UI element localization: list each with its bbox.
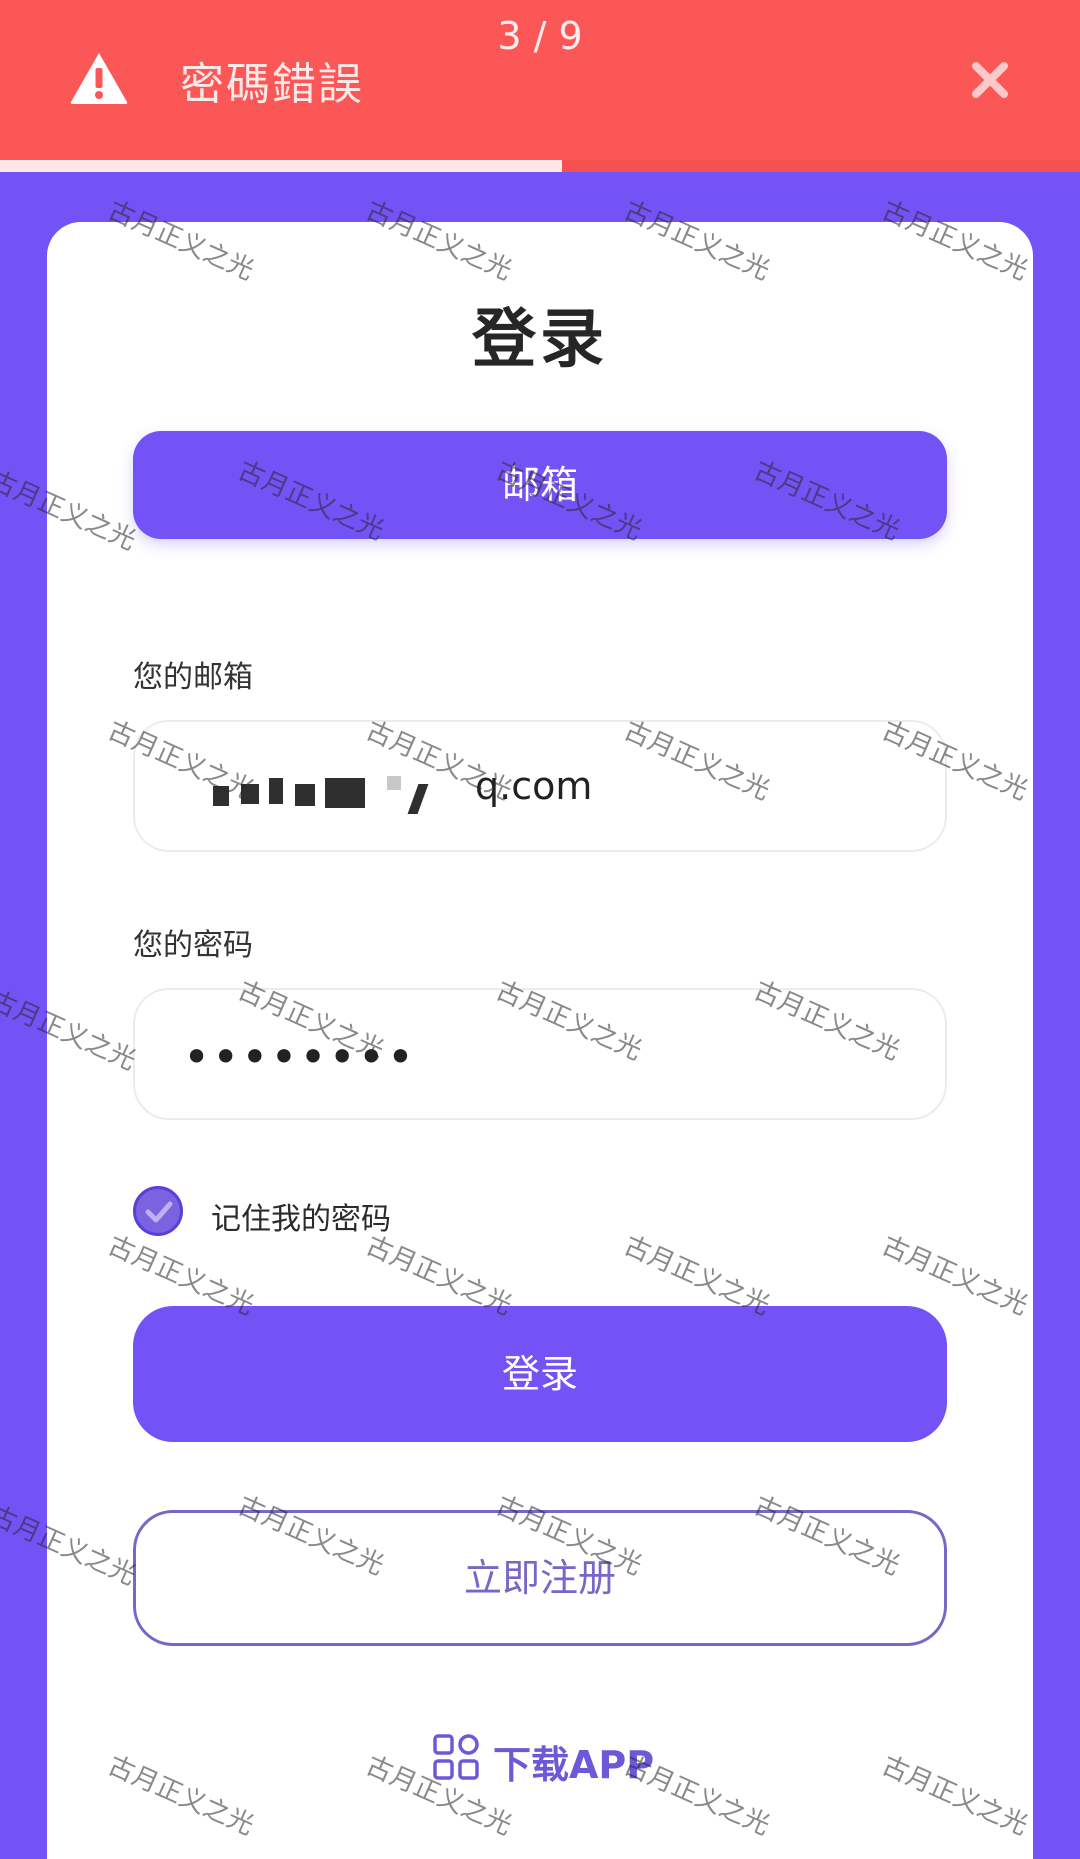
email-field[interactable]: q.com [133,720,947,852]
download-app-label: 下载APP [493,1743,655,1787]
grid-apps-icon [433,1734,479,1780]
toast-progress-bar [0,160,562,172]
register-button[interactable]: 立即注册 [133,1510,947,1646]
toast-counter: 3 / 9 [497,14,583,58]
check-icon [145,1201,173,1223]
login-button[interactable]: 登录 [133,1306,947,1442]
close-icon[interactable] [964,54,1016,106]
error-toast: 密碼錯誤 3 / 9 [0,0,1080,172]
password-label: 您的密码 [133,928,253,963]
email-label: 您的邮箱 [133,660,253,695]
remember-password-label: 记住我的密码 [211,1202,391,1237]
page-title: 登录 [472,303,608,377]
checkbox-checked[interactable] [133,1186,183,1236]
email-redacted-mask [213,776,473,814]
tab-email[interactable]: 邮箱 [133,431,947,539]
password-value: •••••••• [183,1030,417,1084]
password-field[interactable]: •••••••• [133,988,947,1120]
toast-progress-track [0,160,1080,172]
email-value: q.com [475,764,593,808]
login-card: 登录 邮箱 您的邮箱 q.com 您的密码 •••••••• 记住我的密码 登录… [47,222,1033,1859]
warning-triangle-icon [68,50,130,106]
